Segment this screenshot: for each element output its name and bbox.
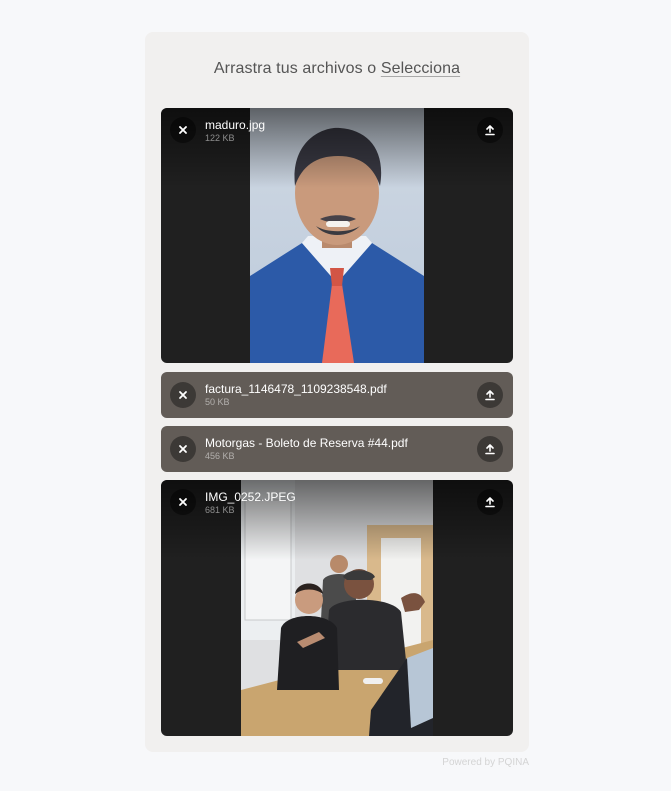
close-icon: [178, 125, 188, 135]
upload-button[interactable]: [477, 382, 503, 408]
file-size: 50 KB: [205, 397, 230, 407]
drop-label: Arrastra tus archivos o Selecciona: [145, 60, 529, 78]
file-size: 122 KB: [205, 133, 235, 143]
file-item-image: IMG_0252.JPEG 681 KB: [161, 480, 513, 736]
file-upload-panel[interactable]: Arrastra tus archivos o Selecciona madur…: [145, 32, 529, 752]
file-info: factura_1146478_1109238548.pdf 50 KB: [205, 382, 387, 408]
file-item: Motorgas - Boleto de Reserva #44.pdf 456…: [161, 426, 513, 472]
close-icon: [178, 444, 188, 454]
remove-button[interactable]: [170, 382, 196, 408]
upload-icon: [484, 389, 496, 401]
upload-icon: [484, 496, 496, 508]
remove-button[interactable]: [170, 117, 196, 143]
upload-icon: [484, 124, 496, 136]
upload-button[interactable]: [477, 489, 503, 515]
file-name: maduro.jpg: [205, 118, 266, 132]
remove-button[interactable]: [170, 489, 196, 515]
upload-button[interactable]: [477, 436, 503, 462]
file-item: factura_1146478_1109238548.pdf 50 KB: [161, 372, 513, 418]
file-size: 456 KB: [205, 451, 235, 461]
file-info: Motorgas - Boleto de Reserva #44.pdf 456…: [205, 436, 408, 462]
upload-button[interactable]: [477, 117, 503, 143]
drop-label-text: Arrastra tus archivos o: [213, 60, 381, 77]
file-name: factura_1146478_1109238548.pdf: [205, 382, 387, 396]
file-size: 681 KB: [205, 505, 235, 515]
file-name: IMG_0252.JPEG: [205, 490, 296, 504]
file-name: Motorgas - Boleto de Reserva #44.pdf: [205, 436, 408, 450]
remove-button[interactable]: [170, 436, 196, 462]
powered-by-link[interactable]: Powered by PQINA: [436, 757, 529, 768]
close-icon: [178, 497, 188, 507]
file-info: IMG_0252.JPEG 681 KB: [205, 490, 296, 516]
file-item-image: maduro.jpg 122 KB: [161, 108, 513, 363]
upload-icon: [484, 443, 496, 455]
file-info: maduro.jpg 122 KB: [205, 118, 265, 144]
close-icon: [178, 390, 188, 400]
browse-link[interactable]: Selecciona: [381, 60, 460, 77]
